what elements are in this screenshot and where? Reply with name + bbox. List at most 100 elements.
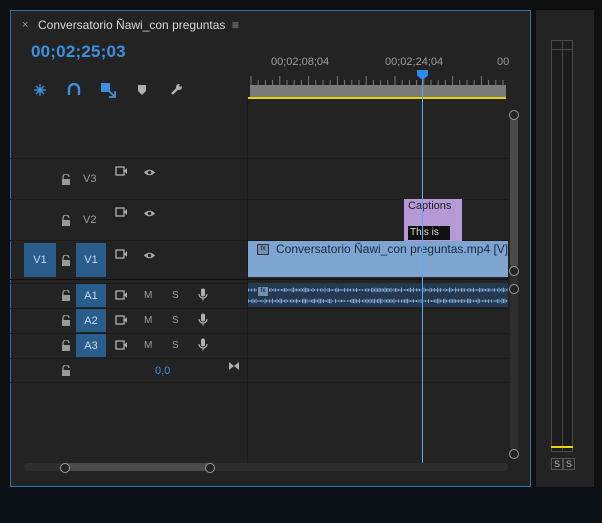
waveform-sample [447,300,449,302]
waveform-sample [504,288,506,292]
scroll-zoom-handle[interactable] [509,449,519,459]
scroll-zoom-handle[interactable] [509,110,519,120]
waveform-sample [434,288,435,292]
waveform-sample [288,288,290,292]
waveform-sample [365,288,366,292]
solo-button[interactable]: S [172,290,179,301]
sequence-tab-title[interactable]: Conversatorio Ñawi_con preguntas [38,18,225,32]
scroll-zoom-handle[interactable] [509,266,519,276]
waveform-sample [425,288,426,292]
close-tab-icon[interactable]: × [22,19,28,31]
lock-icon[interactable] [59,314,73,326]
waveform-sample [482,300,483,302]
waveform-sample [405,289,407,291]
waveform-sample [498,287,500,293]
source-patch-v1[interactable]: V1 [24,243,56,277]
lock-icon[interactable] [59,173,73,185]
audio-clip[interactable] [248,283,508,307]
lock-icon[interactable] [59,214,73,226]
go-to-end-icon[interactable] [227,360,241,372]
sync-lock-icon[interactable] [114,206,128,218]
waveform-sample [356,299,357,303]
waveform-sample [317,299,318,303]
track-target-a1[interactable]: A1 [76,284,106,307]
microphone-icon[interactable] [196,338,210,350]
waveform-sample [443,299,444,303]
waveform-sample [338,300,339,302]
waveform-sample [447,288,449,292]
playhead-line[interactable] [422,76,423,464]
solo-button[interactable]: S [172,340,179,351]
waveform-sample [333,300,335,302]
waveform-sample [342,289,344,291]
waveform-sample [395,288,396,292]
lock-icon[interactable] [59,254,73,266]
waveform-sample [339,288,341,292]
sync-lock-icon[interactable] [114,314,128,326]
vertical-scroll-thumb[interactable] [510,118,518,268]
waveform-sample [380,298,381,304]
track-label-v2[interactable]: V2 [83,214,96,226]
lock-icon[interactable] [59,289,73,301]
waveform-sample [333,289,335,291]
waveform-sample [443,289,444,291]
scroll-zoom-handle[interactable] [509,284,519,294]
mute-button[interactable]: M [144,315,152,326]
time-ruler-ticks[interactable] [249,73,507,85]
microphone-icon[interactable] [196,313,210,325]
solo-button[interactable]: S [172,315,179,326]
waveform-sample [360,300,362,302]
waveform-sample [450,299,452,303]
waveform-sample [452,299,453,303]
zoom-handle-left[interactable] [60,463,70,473]
horizontal-scroll-thumb[interactable] [62,463,212,471]
waveform-sample [455,299,456,303]
waveform-sample [290,299,291,303]
lock-icon[interactable] [59,339,73,351]
waveform-sample [419,300,420,302]
waveform-sample [326,300,327,302]
add-marker-icon[interactable] [100,82,116,98]
linked-selection-icon[interactable] [66,82,82,98]
waveform-sample [306,288,308,292]
waveform-sample [372,287,374,293]
sync-lock-icon[interactable] [114,339,128,351]
mute-button[interactable]: M [144,290,152,301]
track-target-a2[interactable]: A2 [76,309,106,332]
waveform-sample [294,299,296,303]
meter-solo-left[interactable]: S [551,458,563,470]
ruler-label: 00 [497,56,510,68]
eye-icon[interactable] [142,166,156,178]
waveform-sample [381,298,383,304]
track-label-v3[interactable]: V3 [83,173,96,185]
marker-icon[interactable] [134,82,150,98]
master-volume-value[interactable]: 0,0 [155,365,170,377]
waveform-sample [293,287,294,293]
waveform-sample [479,299,480,303]
playhead-timecode[interactable]: 00;02;25;03 [31,42,126,62]
microphone-icon[interactable] [196,288,210,300]
track-target-v1[interactable]: V1 [76,243,106,277]
waveform-sample [255,298,257,304]
waveform-sample [378,298,380,304]
wrench-icon[interactable] [168,82,184,98]
snap-icon[interactable] [32,82,48,98]
eye-icon[interactable] [142,207,156,219]
waveform-sample [296,298,297,304]
work-area-bar[interactable] [250,85,506,97]
zoom-handle-right[interactable] [205,463,215,473]
sync-lock-icon[interactable] [114,289,128,301]
track-target-a3[interactable]: A3 [76,334,106,357]
waveform-sample [305,287,306,293]
mute-button[interactable]: M [144,340,152,351]
panel-menu-icon[interactable]: ≡ [232,18,239,32]
waveform-sample [467,288,468,292]
lock-icon[interactable] [59,364,73,376]
waveform-sample [378,287,380,293]
meter-solo-right[interactable]: S [563,458,575,470]
eye-icon[interactable] [142,249,156,261]
sync-lock-icon[interactable] [114,248,128,260]
waveform-sample [425,300,426,302]
waveform-sample [440,299,441,303]
sync-lock-icon[interactable] [114,165,128,177]
